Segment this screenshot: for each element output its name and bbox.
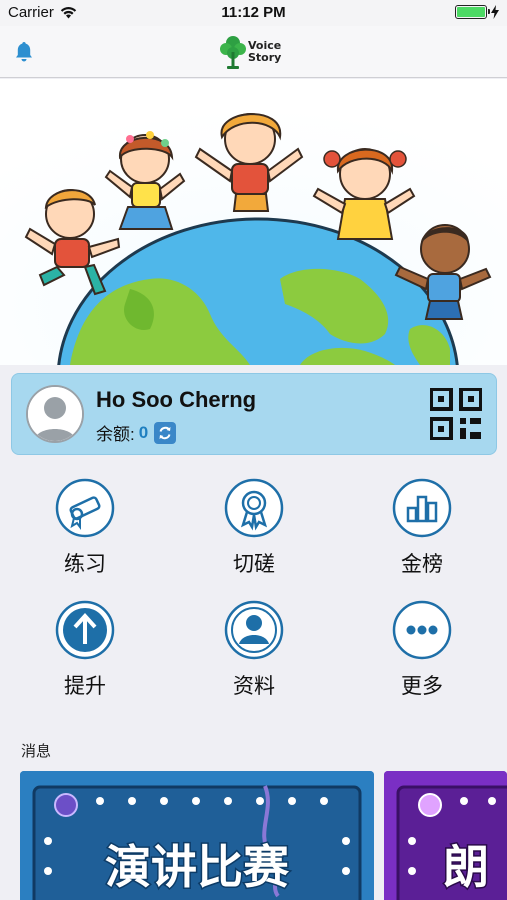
diploma-scroll-icon [55,478,115,538]
more-dots-icon [392,600,452,660]
battery-icon [455,5,490,19]
menu-label-more: 更多 [401,675,443,698]
user-name: Ho Soo Cherng [96,387,257,412]
award-ribbon-icon [224,478,284,538]
menu-item-profile[interactable]: 资料 [199,600,309,700]
balance-row: 余额: 0 [96,420,177,445]
logo-text-line2: Story [248,51,282,64]
tree-logo-icon [220,36,246,69]
status-time: 11:12 PM [221,4,286,21]
menu-item-practice[interactable]: 练习 [30,478,140,578]
banner-image[interactable] [0,79,507,365]
news-card-recitation[interactable]: 朗 [384,771,507,900]
menu-item-more[interactable]: 更多 [367,600,477,700]
status-bar: Carrier 11:12 PM [0,0,507,26]
recitation-banner: 朗 [384,771,507,900]
nav-bar: Voice Story [0,26,507,78]
bar-chart-icon [392,478,452,538]
menu-item-contest[interactable]: 切磋 [199,478,309,578]
profile-card[interactable]: Ho Soo Cherng 余额: 0 [11,373,497,455]
news-card-speech-contest[interactable]: 演讲比赛 [20,771,374,900]
menu-label-contest: 切磋 [233,553,275,576]
menu-item-leaderboard[interactable]: 金榜 [367,478,477,578]
bell-icon[interactable] [12,40,36,64]
user-profile-icon [224,600,284,660]
status-right [455,5,499,19]
speech-contest-banner: 演讲比赛 [20,771,374,900]
arrow-up-icon [55,600,115,660]
balance-label: 余额: [96,425,135,444]
qr-code-icon[interactable] [430,388,482,440]
menu-label-practice: 练习 [64,553,106,576]
menu-label-leaderboard: 金榜 [401,553,443,576]
balance-value: 0 [138,422,149,442]
default-avatar-icon [28,387,82,441]
menu-label-improve: 提升 [64,675,106,698]
app-logo: Voice Story [220,34,281,70]
recitation-text: 朗 [443,840,489,894]
menu-label-profile: 资料 [233,675,275,698]
messages-section-title: 消息 [21,743,52,760]
refresh-icon [159,426,171,439]
speech-contest-text: 演讲比赛 [105,840,290,894]
battery-level [457,7,485,17]
menu-item-improve[interactable]: 提升 [30,600,140,700]
refresh-balance-button[interactable] [154,421,177,444]
charging-bolt-icon [491,5,499,19]
children-on-globe-illustration [0,79,507,365]
avatar[interactable] [26,385,84,443]
